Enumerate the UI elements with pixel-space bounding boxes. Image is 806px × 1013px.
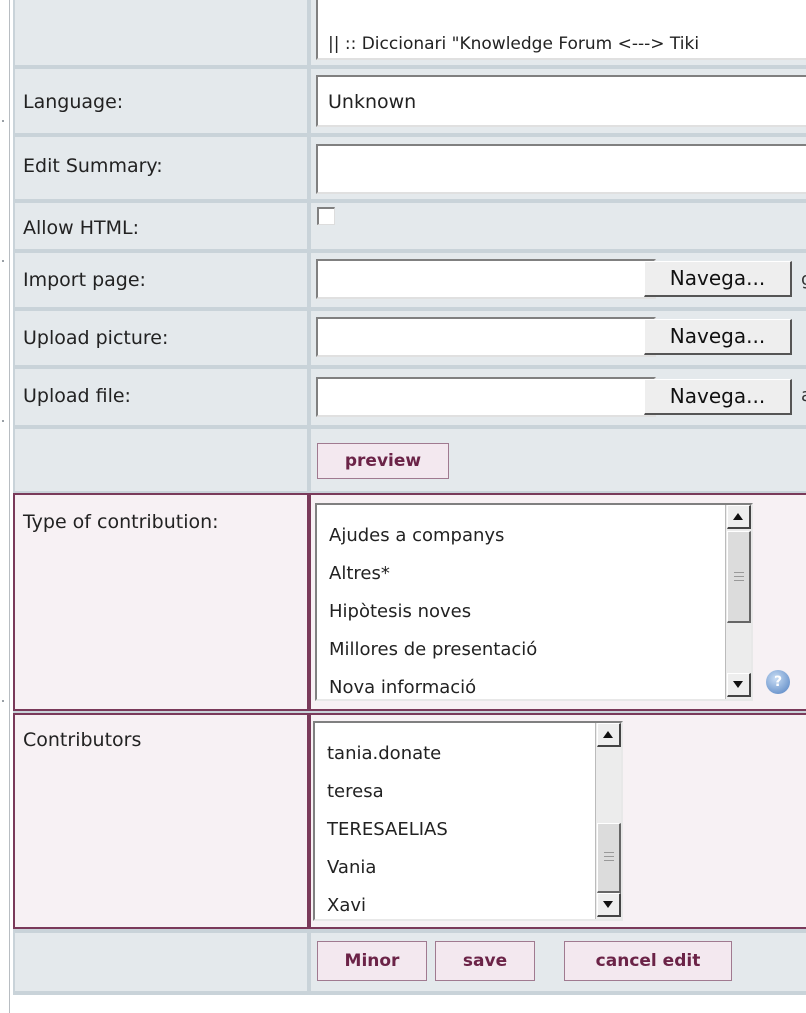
import-page-file-input[interactable] — [316, 259, 656, 299]
preview-value-cell: preview — [311, 429, 806, 491]
scroll-thumb[interactable] — [727, 531, 751, 623]
scroll-up-button[interactable] — [597, 723, 621, 747]
list-item[interactable]: Millores de presentació — [329, 639, 537, 660]
title-row-value-cell: || :: Diccionari "Knowledge Forum <---> … — [311, 0, 806, 65]
upload-file-value-cell: Navega... a — [311, 369, 806, 425]
margin-dot — [2, 420, 4, 422]
upload-picture-value-cell: Navega... — [311, 311, 806, 365]
grip-line — [734, 580, 744, 581]
type-scrollbar[interactable] — [725, 505, 751, 699]
language-select[interactable]: Unknown — [316, 75, 806, 127]
preview-button[interactable]: preview — [317, 443, 449, 479]
upload-picture-label-cell: Upload picture: — [15, 311, 307, 365]
language-label-cell: Language: — [15, 69, 307, 133]
contributors-label-cell: Contributors — [15, 715, 307, 927]
allow-html-label: Allow HTML: — [23, 217, 140, 239]
actions-value-cell: Minor save cancel edit — [311, 933, 806, 991]
grip-line — [604, 852, 614, 853]
allow-html-checkbox[interactable] — [317, 207, 335, 225]
upload-file-label: Upload file: — [23, 385, 131, 407]
type-of-contribution-value-cell: Ajudes a companys Altres* Hipòtesis nove… — [311, 495, 806, 709]
allow-html-value-cell — [311, 203, 806, 249]
list-item[interactable]: tania.donate — [327, 743, 441, 764]
margin-dot — [2, 700, 4, 702]
cancel-edit-button[interactable]: cancel edit — [564, 941, 732, 981]
import-page-label-cell: Import page: — [15, 253, 307, 307]
language-value: Unknown — [328, 91, 417, 113]
scroll-down-button[interactable] — [597, 893, 621, 917]
save-button[interactable]: save — [435, 941, 535, 981]
type-of-contribution-listbox[interactable]: Ajudes a companys Altres* Hipòtesis nove… — [315, 503, 753, 701]
type-of-contribution-label: Type of contribution: — [23, 511, 219, 533]
import-page-value-cell: Navega... g — [311, 253, 806, 307]
list-item[interactable]: Ajudes a companys — [329, 525, 504, 546]
list-item[interactable]: Hipòtesis noves — [329, 601, 471, 622]
scroll-down-button[interactable] — [727, 673, 751, 697]
scroll-thumb[interactable] — [597, 823, 621, 893]
scroll-up-button[interactable] — [727, 505, 751, 529]
upload-picture-label: Upload picture: — [23, 327, 169, 349]
help-icon[interactable]: ? — [766, 670, 790, 694]
upload-picture-browse-button[interactable]: Navega... — [644, 319, 792, 355]
grip-line — [734, 576, 744, 577]
list-item[interactable]: teresa — [327, 781, 384, 802]
contributors-value-cell: tania.donate teresa TERESAELIAS Vania Xa… — [311, 715, 806, 927]
upload-picture-file-input[interactable] — [316, 317, 656, 357]
arrow-down-icon — [733, 681, 743, 688]
import-page-trailing-text: g — [801, 269, 806, 290]
type-of-contribution-label-cell: Type of contribution: — [15, 495, 307, 709]
grip-line — [604, 860, 614, 861]
upload-file-trailing-text: a — [801, 385, 806, 406]
contributors-label: Contributors — [23, 729, 142, 751]
edit-summary-label: Edit Summary: — [23, 155, 163, 177]
upload-file-browse-button[interactable]: Navega... — [644, 379, 792, 415]
arrow-down-icon — [603, 901, 613, 908]
arrow-up-icon — [603, 731, 613, 738]
edit-summary-label-cell: Edit Summary: — [15, 137, 307, 199]
margin-dot — [2, 120, 4, 122]
contributors-scrollbar[interactable] — [595, 723, 621, 919]
edit-summary-value-cell — [311, 137, 806, 199]
page-title-field[interactable]: || :: Diccionari "Knowledge Forum <---> … — [316, 0, 806, 60]
page-left-border — [9, 0, 10, 1013]
list-item[interactable]: Altres* — [329, 563, 390, 584]
contributors-listbox[interactable]: tania.donate teresa TERESAELIAS Vania Xa… — [313, 721, 623, 921]
actions-label-cell — [15, 933, 307, 991]
list-item[interactable]: Vania — [327, 857, 376, 878]
import-page-label: Import page: — [23, 269, 146, 291]
page-title-text: || :: Diccionari "Knowledge Forum <---> … — [328, 34, 700, 54]
edit-summary-input[interactable] — [316, 144, 806, 194]
title-row-label-cell — [15, 0, 307, 65]
list-item[interactable]: Xavi — [327, 895, 366, 916]
minor-button[interactable]: Minor — [317, 941, 427, 981]
list-item[interactable]: Nova informació — [329, 677, 476, 698]
preview-label-cell — [15, 429, 307, 491]
allow-html-label-cell: Allow HTML: — [15, 203, 307, 249]
import-page-browse-button[interactable]: Navega... — [644, 261, 792, 297]
list-item[interactable]: TERESAELIAS — [327, 819, 448, 840]
upload-file-label-cell: Upload file: — [15, 369, 307, 425]
grip-line — [604, 856, 614, 857]
language-value-cell: Unknown — [311, 69, 806, 133]
margin-dot — [2, 260, 4, 262]
arrow-up-icon — [733, 513, 743, 520]
language-label: Language: — [23, 91, 124, 113]
grip-line — [734, 572, 744, 573]
upload-file-file-input[interactable] — [316, 377, 656, 417]
